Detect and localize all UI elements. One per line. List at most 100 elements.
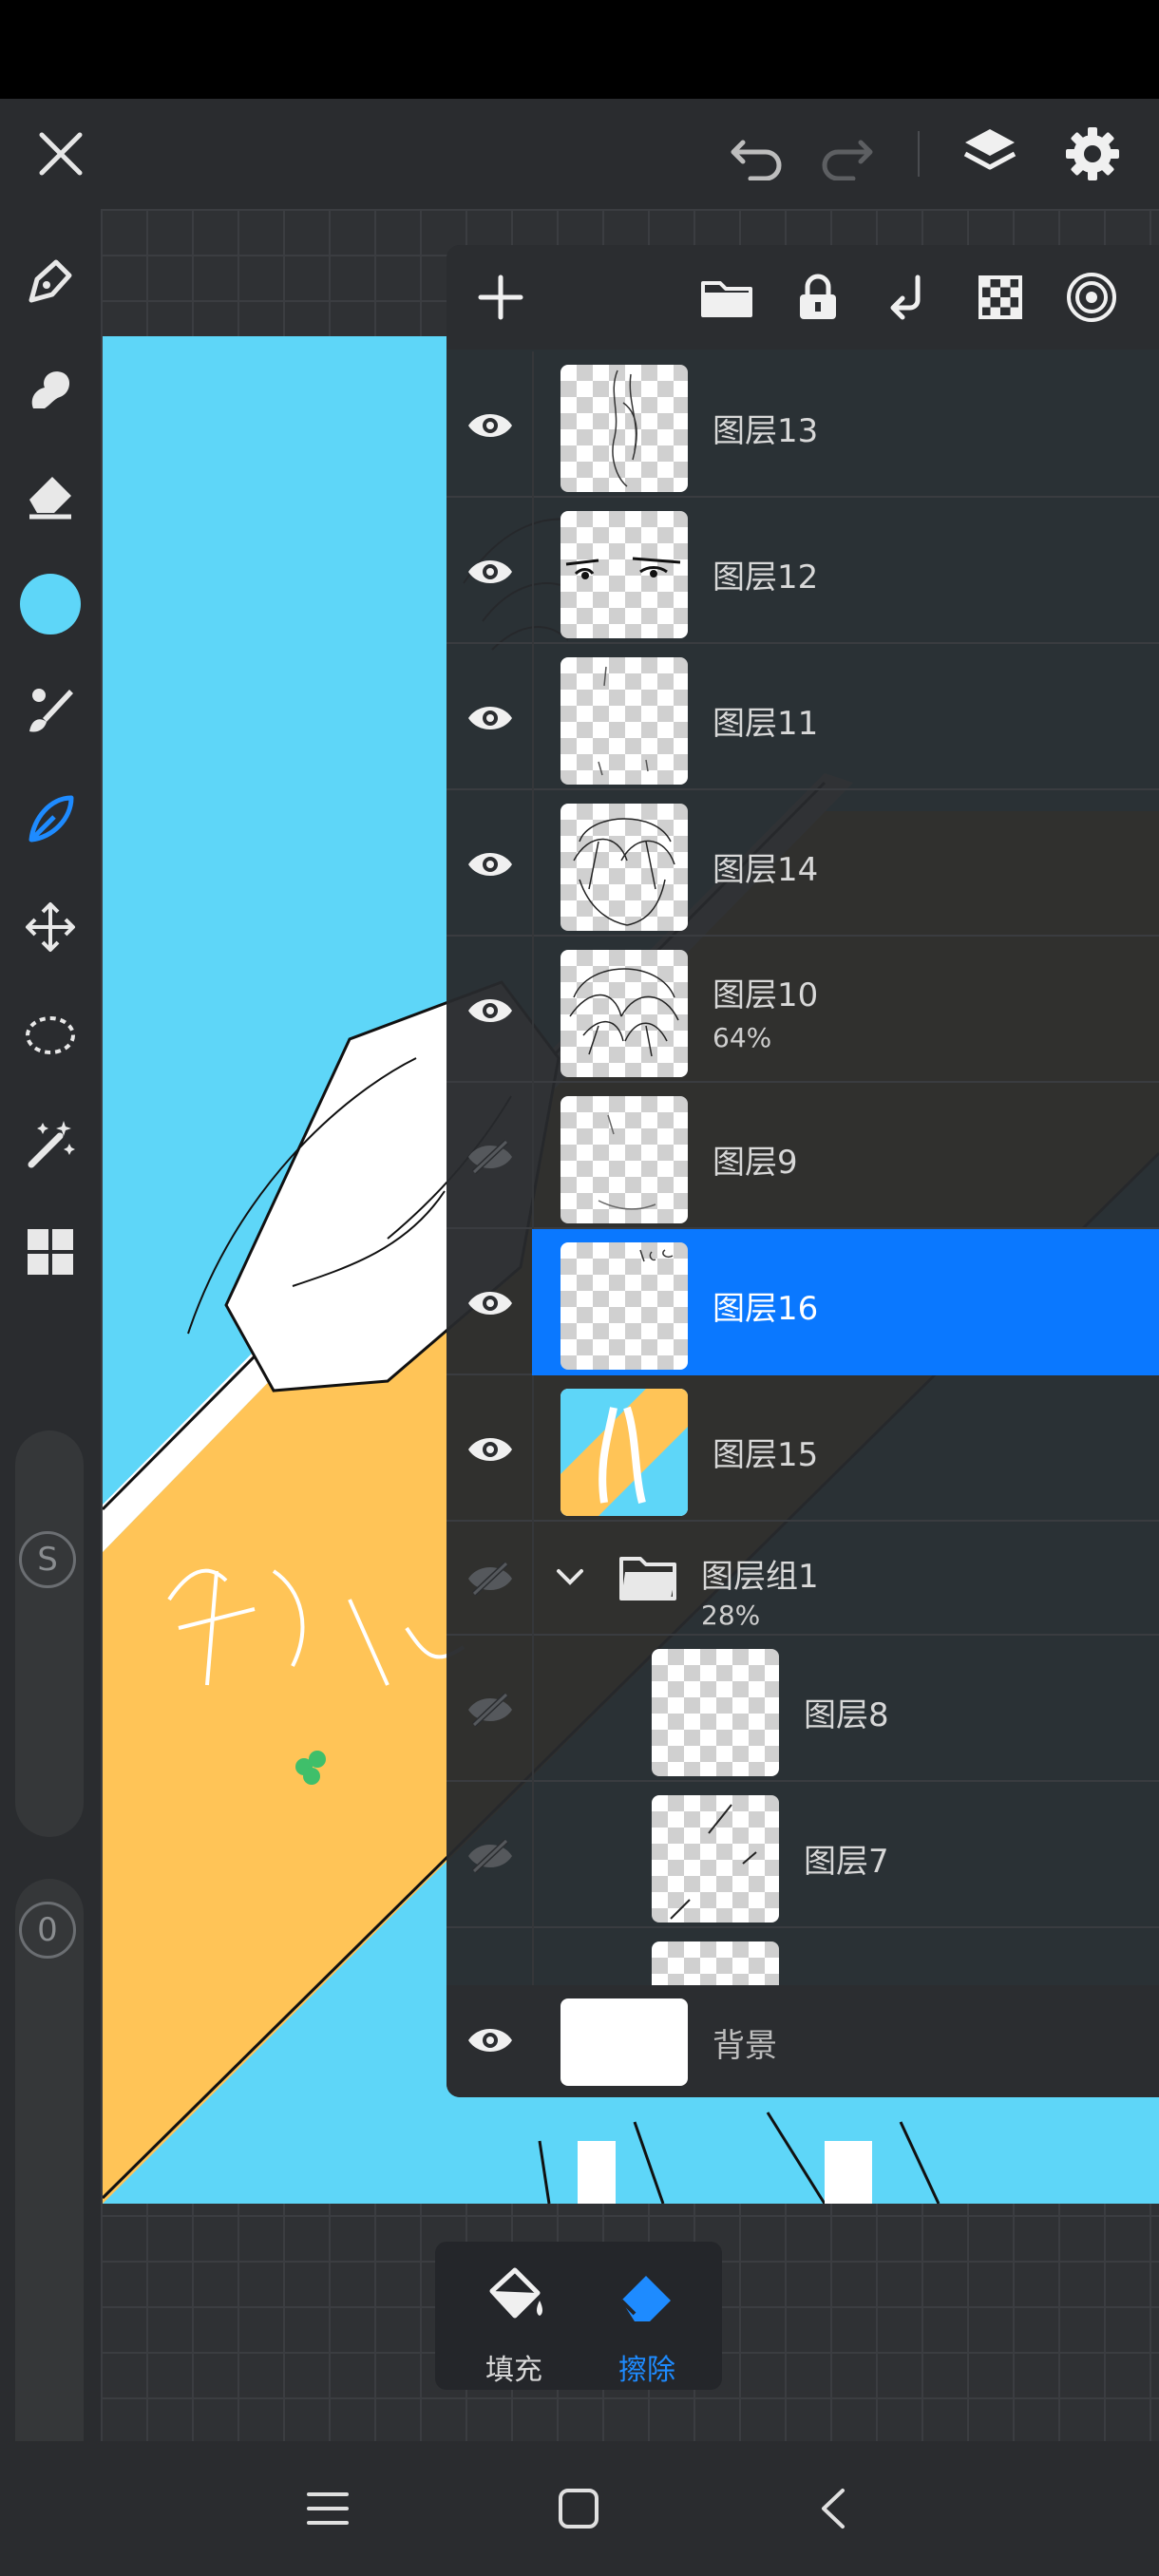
pen-icon	[28, 259, 72, 303]
row-divider	[532, 351, 534, 498]
layer-group-row[interactable]: 图层组1 28%	[446, 1522, 1159, 1636]
target-icon	[1067, 273, 1116, 322]
add-group-button[interactable]	[694, 264, 760, 331]
magic-wand-tool[interactable]	[12, 1106, 88, 1182]
grid-tool[interactable]	[12, 1214, 88, 1290]
layer-row[interactable]: 图层12	[446, 498, 1159, 644]
layer-list: 图层13 图层12 图层11 图层14 图层10 64% 图层9 图层16 图层…	[446, 351, 1159, 1985]
layers-button[interactable]	[952, 116, 1028, 192]
layer-row[interactable]: 图层13	[446, 351, 1159, 498]
layer-row[interactable]: 图层8	[446, 1636, 1159, 1782]
layer-visibility-toggle[interactable]	[464, 691, 517, 745]
settings-button[interactable]	[1054, 116, 1130, 192]
layer-row[interactable]: 图层11	[446, 644, 1159, 790]
layer-name: 图层11	[712, 705, 819, 743]
layer-visibility-toggle[interactable]	[464, 984, 517, 1037]
paint-bucket-icon	[489, 2267, 542, 2319]
grid-icon	[28, 1229, 73, 1275]
eye-icon	[468, 853, 512, 876]
pen-tool[interactable]	[12, 243, 88, 319]
add-layer-button[interactable]	[467, 264, 534, 331]
recent-apps-button[interactable]	[294, 2479, 361, 2538]
layer-visibility-toggle[interactable]	[464, 1423, 517, 1476]
eye-icon	[468, 1292, 512, 1315]
group-visibility-toggle[interactable]	[464, 1552, 517, 1605]
layer-thumbnail	[560, 950, 688, 1077]
lock-layer-button[interactable]	[785, 264, 851, 331]
size-slider-label: S	[19, 1531, 76, 1588]
eraser-icon	[619, 2276, 671, 2321]
layer-visibility-toggle[interactable]	[464, 1277, 517, 1330]
topbar-divider	[918, 131, 920, 177]
brush-size-slider[interactable]	[15, 1430, 84, 1837]
row-divider	[532, 1636, 534, 1782]
magic-wand-icon	[28, 1121, 75, 1168]
row-divider	[532, 1083, 534, 1229]
add-icon	[478, 275, 523, 320]
merge-down-button[interactable]	[876, 264, 942, 331]
layer-visibility-toggle[interactable]	[464, 399, 517, 452]
layer-visibility-toggle[interactable]	[464, 545, 517, 598]
undo-button[interactable]	[718, 116, 794, 192]
reference-layer-button[interactable]	[1058, 264, 1125, 331]
background-layer-row[interactable]: 背景	[446, 1985, 1159, 2097]
color-swatch[interactable]	[12, 566, 88, 642]
close-button[interactable]	[23, 116, 99, 192]
layer-thumbnail	[560, 511, 688, 638]
fill-mode-button[interactable]: 填充	[452, 2255, 576, 2387]
eraser-icon	[29, 477, 71, 520]
eye-icon	[468, 1438, 512, 1461]
layer-row[interactable]: 图层7	[446, 1782, 1159, 1928]
layer-row[interactable]: 图层10 64%	[446, 937, 1159, 1083]
layer-visibility-toggle[interactable]	[464, 1829, 517, 1883]
row-divider	[532, 937, 534, 1083]
back-icon	[822, 2489, 845, 2529]
chevron-down-icon	[557, 1569, 583, 1585]
brush-opacity-slider[interactable]	[15, 1879, 84, 2513]
layer-thumbnail	[652, 1649, 779, 1776]
eye-hidden-icon	[468, 1139, 512, 1175]
smudge-tool[interactable]	[12, 351, 88, 427]
status-bar	[0, 0, 1159, 99]
move-tool[interactable]	[12, 889, 88, 965]
layer-visibility-toggle[interactable]	[464, 1683, 517, 1736]
home-button[interactable]	[545, 2479, 612, 2538]
group-expand-toggle[interactable]	[549, 1556, 591, 1598]
layer-name: 图层15	[712, 1436, 819, 1474]
layer-name: 图层16	[712, 1290, 819, 1328]
row-divider	[532, 1928, 534, 1985]
group-opacity: 28%	[701, 1600, 761, 1631]
layer-row[interactable]: 图层15	[446, 1375, 1159, 1522]
group-name: 图层组1	[701, 1558, 819, 1596]
layer-thumbnail	[560, 1998, 688, 2086]
folder-icon	[701, 281, 752, 317]
eye-hidden-icon	[468, 1838, 512, 1874]
selection-tool[interactable]	[12, 997, 88, 1073]
layer-visibility-toggle[interactable]	[464, 838, 517, 891]
row-divider	[532, 644, 534, 790]
undo-icon	[731, 140, 782, 180]
layer-row[interactable]: 图层9	[446, 1083, 1159, 1229]
layers-icon	[963, 129, 1016, 170]
layer-name: 背景	[712, 2027, 777, 2065]
layer-visibility-toggle[interactable]	[464, 1130, 517, 1184]
layer-row[interactable]: 图层14	[446, 790, 1159, 937]
back-button[interactable]	[800, 2479, 866, 2538]
layer-thumbnail	[652, 1795, 779, 1923]
redo-button[interactable]	[809, 116, 885, 192]
row-divider	[532, 1782, 534, 1928]
folder-icon	[619, 1557, 676, 1601]
alpha-lock-button[interactable]	[967, 264, 1034, 331]
lasso-fill-options: 填充 擦除	[435, 2242, 722, 2390]
layer-thumbnail	[560, 1242, 688, 1370]
layer-visibility-toggle[interactable]	[464, 2014, 517, 2067]
erase-mode-button[interactable]: 擦除	[585, 2255, 709, 2387]
eye-icon	[468, 999, 512, 1022]
layer-row-partial[interactable]	[446, 1928, 1159, 1985]
brush-tool[interactable]	[12, 672, 88, 748]
layer-row-selected[interactable]: 图层16	[446, 1229, 1159, 1375]
eraser-tool[interactable]	[12, 458, 88, 534]
system-navigation-bar	[0, 2441, 1159, 2576]
top-bar	[0, 99, 1159, 209]
lasso-fill-tool[interactable]	[12, 781, 88, 857]
